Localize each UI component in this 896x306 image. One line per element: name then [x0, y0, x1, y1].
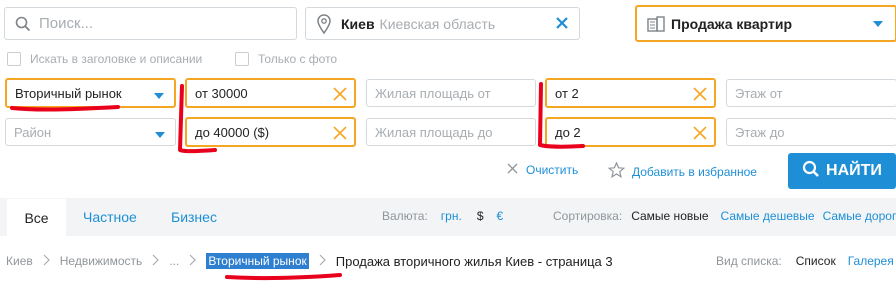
- chevron-down-icon: [873, 21, 883, 27]
- clear-location-icon[interactable]: [555, 16, 569, 33]
- find-button[interactable]: НАЙТИ: [788, 153, 896, 189]
- floor-from-placeholder: Этаж от: [735, 85, 783, 101]
- tab-business[interactable]: Бизнес: [171, 198, 217, 236]
- star-icon: [607, 161, 626, 181]
- clear-icon[interactable]: [693, 87, 707, 104]
- rooms-to-value: до 2: [555, 124, 581, 140]
- floor-to-input[interactable]: Этаж до: [726, 118, 896, 146]
- sort-newest[interactable]: Самые новые: [631, 209, 708, 223]
- sort-switcher: Сортировка: Самые новые Самые дешевые Са…: [553, 209, 896, 223]
- area-to-placeholder: Жилая площадь до: [375, 124, 493, 140]
- chevron-right-icon: [319, 254, 326, 269]
- breadcrumb: Киев Недвижимость ... Вторичный рынок Пр…: [6, 253, 613, 269]
- sort-most-expensive[interactable]: Самые дорогие: [823, 209, 896, 223]
- location-city: Киев: [341, 15, 375, 32]
- currency-label: Валюта:: [382, 209, 428, 223]
- clear-icon[interactable]: [333, 126, 347, 143]
- checkbox-box[interactable]: [235, 52, 249, 66]
- location-pin-icon: [317, 14, 331, 37]
- annotation-underline-breadcrumb: [225, 273, 342, 281]
- view-list[interactable]: Список: [796, 254, 836, 268]
- sort-cheapest[interactable]: Самые дешевые: [721, 209, 815, 223]
- category-select[interactable]: Продажа квартир: [635, 5, 896, 42]
- location-field[interactable]: Киев Киевская область: [305, 7, 580, 40]
- floor-from-input[interactable]: Этаж от: [726, 79, 896, 107]
- price-to-input[interactable]: до 40000 ($): [185, 117, 356, 147]
- chevron-right-icon: [189, 254, 197, 269]
- clear-icon[interactable]: [333, 87, 347, 104]
- area-from-placeholder: Жилая площадь от: [375, 85, 491, 101]
- building-icon: [647, 16, 665, 35]
- chevron-down-icon: [155, 132, 165, 138]
- currency-usd[interactable]: $: [477, 209, 484, 223]
- view-gallery[interactable]: Галерея: [848, 254, 894, 268]
- currency-switcher: Валюта: грн. $ €: [382, 209, 518, 223]
- currency-eur[interactable]: €: [497, 209, 504, 223]
- breadcrumb-secondary-market[interactable]: Вторичный рынок: [206, 253, 309, 269]
- search-icon: [15, 16, 31, 35]
- rooms-from-input[interactable]: от 2: [545, 78, 716, 108]
- market-select[interactable]: Вторичный рынок: [5, 78, 176, 108]
- view-label: Вид списка:: [716, 254, 782, 268]
- clear-icon[interactable]: [693, 126, 707, 143]
- district-select[interactable]: Район: [5, 118, 176, 146]
- tabs-bar: Все Частное Бизнес Валюта: грн. $ € Сорт…: [0, 198, 896, 236]
- checkbox-label: Искать в заголовке и описании: [30, 52, 203, 66]
- checkbox-box[interactable]: [7, 52, 21, 66]
- breadcrumb-kyiv[interactable]: Киев: [6, 254, 33, 268]
- find-button-label: НАЙТИ: [826, 162, 882, 179]
- price-from-value: от 30000: [195, 85, 248, 101]
- rooms-to-input[interactable]: до 2: [545, 117, 716, 147]
- category-label: Продажа квартир: [671, 15, 793, 32]
- close-icon: [507, 163, 518, 177]
- breadcrumb-real-estate[interactable]: Недвижимость: [60, 254, 143, 268]
- search-input[interactable]: Поиск...: [4, 7, 297, 40]
- search-in-description-checkbox[interactable]: Искать в заголовке и описании: [7, 52, 202, 66]
- location-region: Киевская область: [379, 15, 496, 32]
- view-switcher: Вид списка: Список Галерея: [716, 254, 896, 268]
- tab-all[interactable]: Все: [7, 198, 66, 236]
- only-with-photo-checkbox[interactable]: Только с фото: [235, 52, 337, 66]
- area-to-input[interactable]: Жилая площадь до: [366, 118, 536, 146]
- district-placeholder: Район: [14, 124, 52, 140]
- breadcrumb-ellipsis[interactable]: ...: [169, 254, 179, 268]
- chevron-down-icon: [154, 93, 164, 99]
- sort-label: Сортировка:: [553, 209, 623, 223]
- chevron-right-icon: [152, 254, 160, 269]
- checkbox-label: Только с фото: [258, 52, 338, 66]
- rooms-from-value: от 2: [555, 85, 579, 101]
- area-from-input[interactable]: Жилая площадь от: [366, 79, 536, 107]
- chevron-right-icon: [43, 254, 50, 269]
- add-to-favorites-button[interactable]: Добавить в избранное: [607, 161, 757, 181]
- floor-to-placeholder: Этаж до: [735, 124, 785, 140]
- clear-filters-button[interactable]: Очистить: [507, 163, 578, 177]
- currency-uah[interactable]: грн.: [441, 209, 462, 223]
- clear-filters-label: Очистить: [526, 163, 579, 177]
- market-value: Вторичный рынок: [15, 85, 122, 101]
- price-to-value: до 40000 ($): [195, 124, 270, 140]
- tab-private[interactable]: Частное: [83, 198, 137, 236]
- search-icon: [802, 160, 820, 183]
- add-to-favorites-label: Добавить в избранное: [632, 164, 757, 179]
- price-from-input[interactable]: от 30000: [185, 78, 356, 108]
- breadcrumb-current: Продажа вторичного жилья Киев - страница…: [335, 253, 613, 269]
- search-placeholder: Поиск...: [39, 15, 94, 32]
